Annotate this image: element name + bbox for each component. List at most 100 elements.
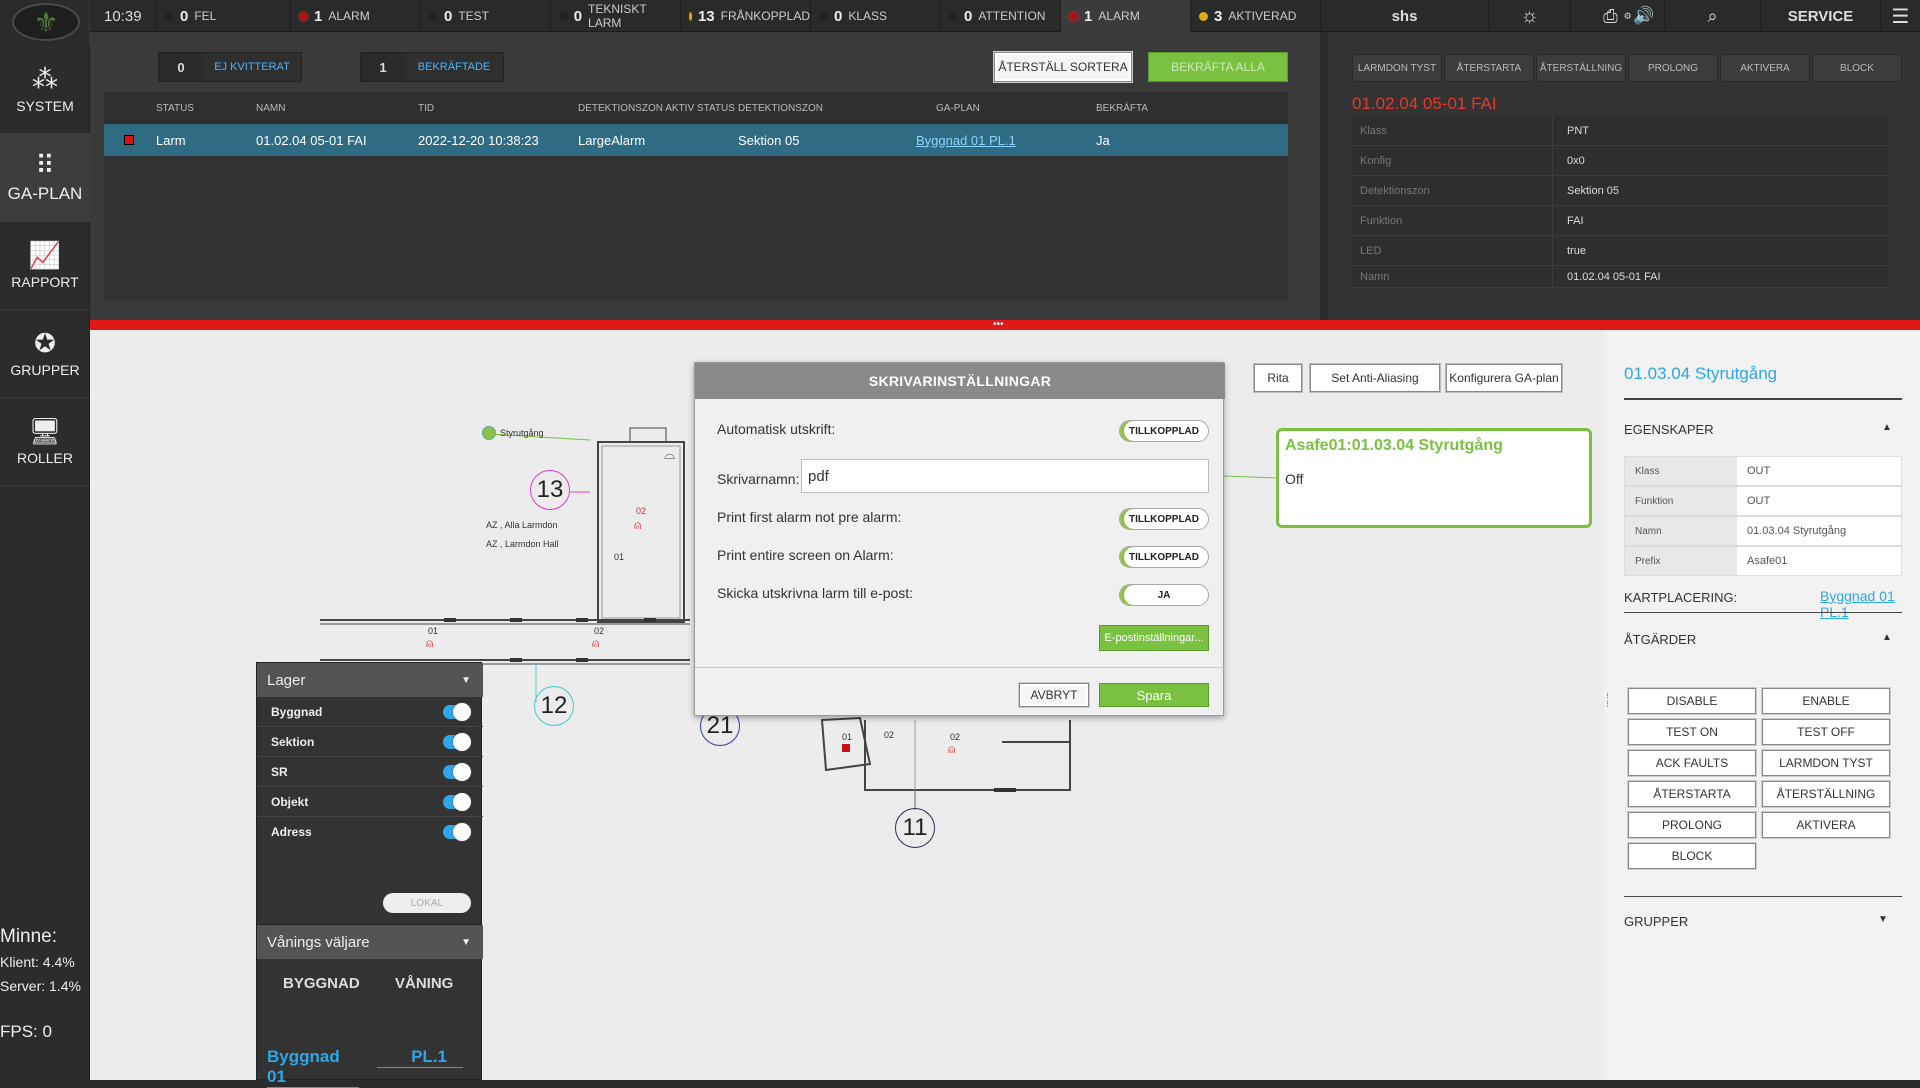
layer-toggle[interactable] xyxy=(443,763,471,781)
first-alarm-toggle[interactable]: TILLKOPPLAD xyxy=(1119,508,1209,530)
kartplacering-link[interactable]: Byggnad 01 PL.1 xyxy=(1820,588,1920,620)
larmdon-tyst-button[interactable]: LARMDON TYST xyxy=(1352,54,1442,82)
larmdon-tyst-button[interactable]: LARMDON TYST xyxy=(1762,750,1890,776)
status-dot-icon xyxy=(299,11,308,21)
chevron-down-icon[interactable]: ▼ xyxy=(1878,914,1888,925)
alarm-device-icon[interactable]: ⍝ xyxy=(592,636,599,651)
alarm-device-icon[interactable]: ⍝ xyxy=(426,636,433,651)
aterstarta-button[interactable]: ÅTERSTARTA xyxy=(1628,781,1756,807)
splitter-handle-icon[interactable]: ••• xyxy=(993,320,1004,330)
send-email-toggle[interactable]: JA xyxy=(1119,584,1209,606)
bubble-value: Off xyxy=(1285,471,1304,487)
printer-name-input[interactable]: pdf xyxy=(801,459,1209,493)
zone-label-hall[interactable]: AZ , Larmdon Hall xyxy=(486,539,559,549)
status-fel[interactable]: 0 FEL xyxy=(156,0,290,32)
aterstallning-button[interactable]: ÅTERSTÄLLNING xyxy=(1762,781,1890,807)
sidebar-item-ga-plan[interactable]: ⠿ GA-PLAN xyxy=(0,134,90,222)
layer-toggle[interactable] xyxy=(443,703,471,721)
col-status[interactable]: STATUS xyxy=(156,92,194,124)
service-button[interactable]: SERVICE xyxy=(1760,0,1880,32)
bubble-title: Asafe01:01.03.04 Styrutgång xyxy=(1285,437,1503,454)
status-dot-icon xyxy=(689,11,692,21)
col-namn[interactable]: NAMN xyxy=(256,92,285,124)
app-logo[interactable]: ⚜ xyxy=(0,0,90,46)
chevron-up-icon[interactable]: ▲ xyxy=(1882,632,1892,643)
sidebar-item-roller[interactable]: 🖥 ROLLER xyxy=(0,398,90,486)
col-bekrafta[interactable]: BEKRÄFTA xyxy=(1096,92,1148,124)
email-settings-button[interactable]: E-postinställningar... xyxy=(1099,625,1209,651)
table-row[interactable]: Larm 01.02.04 05-01 FAI 2022-12-20 10:38… xyxy=(104,124,1288,156)
zone-circle-11[interactable]: 11 xyxy=(895,808,935,848)
zone-label-alla[interactable]: AZ , Alla Larmdon xyxy=(486,520,558,530)
brightness-icon[interactable]: ☼ xyxy=(1488,0,1570,32)
test-off-button[interactable]: TEST OFF xyxy=(1762,719,1890,745)
settings-sliders-icon[interactable]: ☰ xyxy=(1880,0,1920,32)
floor-selector-header[interactable]: Vånings väljare ▼ xyxy=(257,925,483,959)
divider xyxy=(1624,398,1902,400)
status-frankopplad[interactable]: 13 FRÅNKOPPLAD xyxy=(680,0,810,32)
status-alarm[interactable]: 1 ALARM xyxy=(290,0,420,32)
block-button[interactable]: BLOCK xyxy=(1628,843,1756,869)
aktivera-button[interactable]: AKTIVERA xyxy=(1720,54,1810,82)
search-icon[interactable]: ⌕ xyxy=(1664,0,1760,32)
floor-selected[interactable]: PL.1 xyxy=(377,1047,463,1068)
status-alarm-active[interactable]: 1 ALARM xyxy=(1060,0,1190,32)
prolong-button[interactable]: PROLONG xyxy=(1628,54,1718,82)
ej-kvitterat-counter[interactable]: 0 EJ KVITTERAT xyxy=(158,52,302,82)
zone-circle-13[interactable]: 13 xyxy=(530,470,570,510)
save-button[interactable]: Spara xyxy=(1099,683,1209,707)
status-klass[interactable]: 0 KLASS xyxy=(810,0,940,32)
drag-handle-icon[interactable]: ⁝ ⁝ xyxy=(1606,692,1609,709)
aktivera-button[interactable]: AKTIVERA xyxy=(1762,812,1890,838)
disable-button[interactable]: DISABLE xyxy=(1628,688,1756,714)
reset-sort-button[interactable]: ÅTERSTÄLL SORTERA xyxy=(994,52,1132,82)
zone-circle-12[interactable]: 12 xyxy=(534,686,574,726)
device-label: 01 xyxy=(428,626,439,636)
col-zone-status[interactable]: DETEKTIONSZON AKTIV STATUS xyxy=(578,92,735,124)
col-ga-plan[interactable]: GA-PLAN xyxy=(936,92,980,124)
speaker-icon[interactable]: 🔊 xyxy=(1624,0,1664,32)
alarm-device-icon[interactable]: ⍝ xyxy=(634,518,641,533)
ga-plan-link[interactable]: Byggnad 01 PL.1 xyxy=(916,124,1016,156)
egenskaper-header[interactable]: EGENSKAPER xyxy=(1624,422,1714,437)
siren-icon[interactable]: ⌓ xyxy=(664,446,675,463)
entire-screen-toggle[interactable]: TILLKOPPLAD xyxy=(1119,546,1209,568)
alarm-device-icon[interactable]: ⍝ xyxy=(948,742,955,757)
aterstarta-button[interactable]: ÅTERSTARTA xyxy=(1444,54,1534,82)
layer-toggle[interactable] xyxy=(443,793,471,811)
enable-button[interactable]: ENABLE xyxy=(1762,688,1890,714)
sidebar-item-rapport[interactable]: 📈 RAPPORT xyxy=(0,222,90,310)
chevron-up-icon[interactable]: ▲ xyxy=(1882,422,1892,433)
test-on-button[interactable]: TEST ON xyxy=(1628,719,1756,745)
status-aktiverad[interactable]: 3 AKTIVERAD xyxy=(1190,0,1320,32)
grupper-header[interactable]: GRUPPER xyxy=(1624,914,1688,929)
lokal-toggle[interactable]: LOKAL xyxy=(383,893,471,913)
device-info-bubble[interactable]: Asafe01:01.03.04 Styrutgång Off xyxy=(1276,428,1592,528)
status-tekniskt-larm[interactable]: 0 TEKNISKT LARM xyxy=(550,0,680,32)
styrutgang-marker-icon[interactable] xyxy=(482,426,496,440)
layer-panel-header[interactable]: Lager ▼ xyxy=(257,663,483,697)
status-attention[interactable]: 0 ATTENTION xyxy=(940,0,1060,32)
cancel-button[interactable]: AVBRYT xyxy=(1019,683,1089,707)
device-label: 02 xyxy=(884,730,895,740)
status-dot-icon xyxy=(1069,11,1078,21)
auto-print-toggle[interactable]: TILLKOPPLAD xyxy=(1119,420,1209,442)
atgarder-header[interactable]: ÅTGÄRDER xyxy=(1624,632,1696,647)
user-name[interactable]: shs xyxy=(1320,0,1488,32)
sidebar-item-grupper[interactable]: ✪ GRUPPER xyxy=(0,310,90,398)
sidebar-item-system[interactable]: ⁂ SYSTEM xyxy=(0,46,90,134)
bekraftade-counter[interactable]: 1 BEKRÄFTADE xyxy=(360,52,504,82)
alarm-device-active-icon[interactable] xyxy=(842,744,850,752)
block-button[interactable]: BLOCK xyxy=(1812,54,1902,82)
col-zone[interactable]: DETEKTIONSZON xyxy=(738,92,823,124)
layer-toggle[interactable] xyxy=(443,733,471,751)
aterstallning-button[interactable]: ÅTERSTÄLLNING xyxy=(1536,54,1626,82)
building-selected[interactable]: Byggnad 01 xyxy=(267,1047,359,1088)
prolong-button[interactable]: PROLONG xyxy=(1628,812,1756,838)
layer-toggle[interactable] xyxy=(443,823,471,841)
confirm-all-button[interactable]: BEKRÄFTA ALLA xyxy=(1148,52,1288,82)
ack-faults-button[interactable]: ACK FAULTS xyxy=(1628,750,1756,776)
col-tid[interactable]: TID xyxy=(418,92,434,124)
status-test[interactable]: 0 TEST xyxy=(420,0,550,32)
panel-splitter[interactable]: ••• xyxy=(90,320,1920,330)
